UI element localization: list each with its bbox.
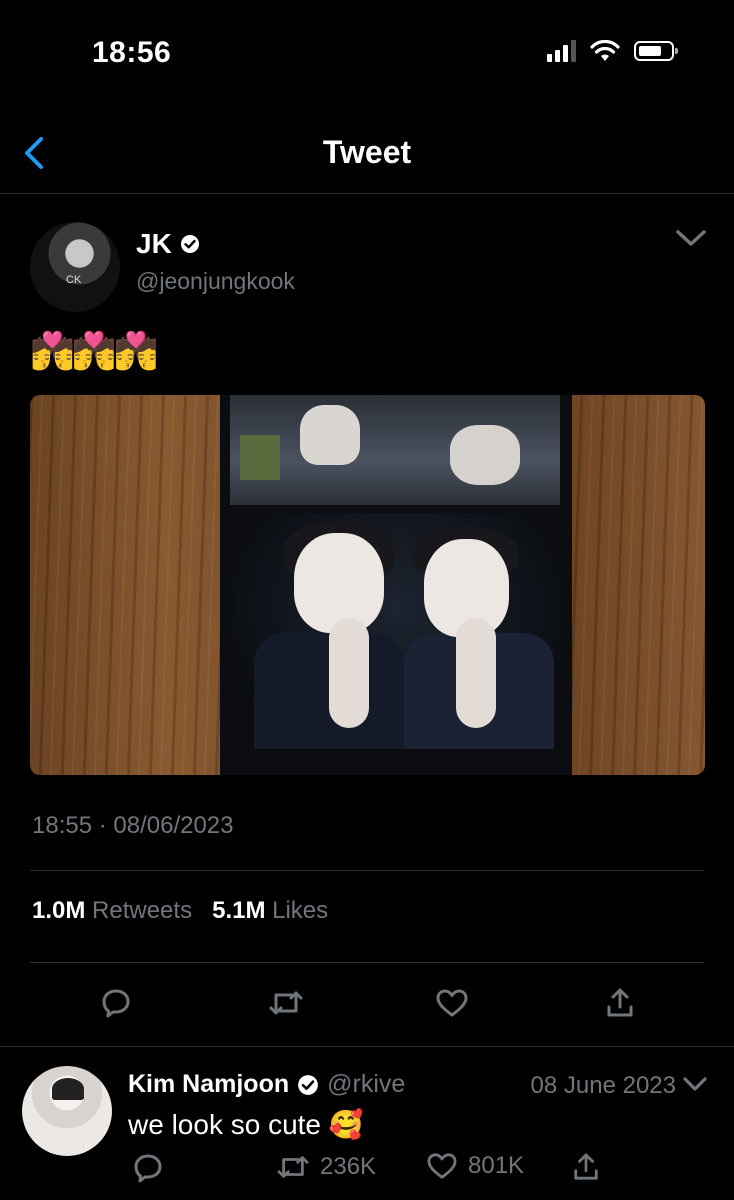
reply-likes-count: 801K: [468, 1152, 525, 1179]
reply-options-button[interactable]: [682, 1074, 708, 1094]
author-name-row[interactable]: JK: [136, 228, 200, 260]
verified-icon: [180, 235, 199, 253]
divider: [30, 870, 704, 871]
tweet-options-button[interactable]: [674, 226, 708, 250]
reply-share-button[interactable]: [572, 1152, 600, 1182]
reply-author-handle[interactable]: @rkive: [327, 1070, 405, 1099]
photo-strip: [220, 395, 572, 775]
header-divider: [0, 193, 734, 194]
retweet-icon: [277, 1156, 309, 1178]
reply-icon: [134, 1154, 162, 1183]
reply-author-name[interactable]: Kim Namjoon: [128, 1070, 289, 1099]
reply-text: we look so cute 🥰: [128, 1109, 364, 1140]
divider: [30, 962, 704, 963]
status-icons: [547, 40, 678, 62]
heart-icon: [427, 1153, 457, 1179]
share-icon: [607, 988, 633, 1017]
reply-button[interactable]: [96, 983, 136, 1023]
retweets-label: Retweets: [92, 897, 193, 924]
like-button[interactable]: [432, 983, 472, 1023]
reply-icon: [102, 989, 130, 1018]
chevron-down-icon: [683, 1077, 707, 1091]
reply-author-avatar[interactable]: [22, 1066, 112, 1156]
reply-reply-button[interactable]: [132, 1152, 164, 1184]
share-button[interactable]: [600, 983, 640, 1023]
page-title: Tweet: [322, 134, 412, 170]
author-avatar[interactable]: [30, 222, 120, 312]
reply-header: Kim Namjoon @rkive: [128, 1070, 405, 1099]
heart-icon: [436, 989, 468, 1017]
retweets-count: 1.0M: [32, 897, 86, 924]
battery-icon: [634, 41, 678, 61]
likes-count: 5.1M: [212, 897, 266, 924]
signal-icon: [547, 40, 576, 62]
author-name[interactable]: JK: [136, 228, 172, 260]
status-time: 18:56: [92, 36, 172, 69]
author-handle[interactable]: @jeonjungkook: [136, 268, 295, 295]
tweet-stats: 1.0M Retweets 5.1M Likes: [32, 897, 328, 925]
tweet-timestamp: 18:55 · 08/06/2023: [32, 812, 234, 839]
tweet-photo[interactable]: [30, 395, 705, 775]
likes-label: Likes: [272, 897, 329, 924]
photo-frame-top: [230, 395, 560, 505]
reply-retweets-count: 236K: [320, 1153, 377, 1180]
share-icon: [574, 1153, 598, 1180]
chevron-down-icon: [676, 230, 706, 246]
retweets-stat[interactable]: 1.0M Retweets: [32, 897, 192, 924]
retweet-icon: [269, 991, 303, 1015]
wifi-icon: [590, 40, 620, 61]
divider: [0, 1046, 734, 1047]
retweet-button[interactable]: [266, 983, 306, 1023]
reply-retweet-button[interactable]: 236K: [276, 1152, 376, 1182]
verified-icon: [298, 1074, 319, 1095]
tweet-text: 💏💏💏: [30, 330, 158, 371]
reply-like-button[interactable]: 801K: [426, 1152, 524, 1180]
likes-stat[interactable]: 5.1M Likes: [212, 897, 328, 924]
photo-frame-main: [234, 513, 560, 749]
reply-date: 08 June 2023: [530, 1072, 676, 1099]
